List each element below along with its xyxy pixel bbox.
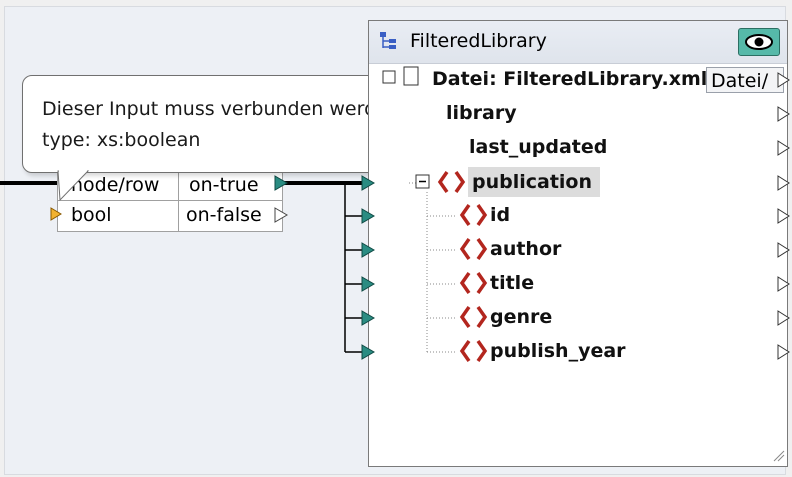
component-title: FilteredLibrary	[410, 30, 547, 52]
tooltip-message: Dieser Input muss verbunden werden.	[42, 98, 406, 120]
output-on-false[interactable]: on-false	[186, 201, 262, 229]
tree-item-genre[interactable]: genre	[490, 305, 552, 329]
component-header[interactable]: FilteredLibrary	[369, 21, 787, 64]
tree-structure-icon	[380, 32, 396, 49]
divider	[178, 171, 179, 231]
output-on-true[interactable]: on-true	[189, 171, 259, 199]
eye-icon	[745, 34, 773, 50]
input-node-row[interactable]: node/row	[71, 171, 159, 199]
filter-component[interactable]: node/row bool on-true on-false	[57, 170, 283, 232]
tree-item-author[interactable]: author	[490, 237, 561, 261]
file-button[interactable]: Datei/	[706, 67, 784, 93]
minus-box-icon[interactable]	[415, 174, 431, 190]
file-icon	[382, 66, 419, 86]
tree-item-publication[interactable]: publication	[472, 170, 592, 194]
input-bool[interactable]: bool	[71, 201, 112, 229]
tree-item-publish-year[interactable]: publish_year	[490, 339, 626, 363]
tree-item-library[interactable]: library	[446, 101, 517, 125]
file-row[interactable]: Datei: FilteredLibrary.xml	[432, 67, 707, 91]
tree-item-title[interactable]: title	[490, 271, 534, 295]
tree-item-last-updated[interactable]: last_updated	[469, 135, 607, 159]
tooltip-type: type: xs:boolean	[42, 129, 201, 151]
preview-button[interactable]	[738, 28, 780, 56]
tree-item-id[interactable]: id	[490, 203, 510, 227]
